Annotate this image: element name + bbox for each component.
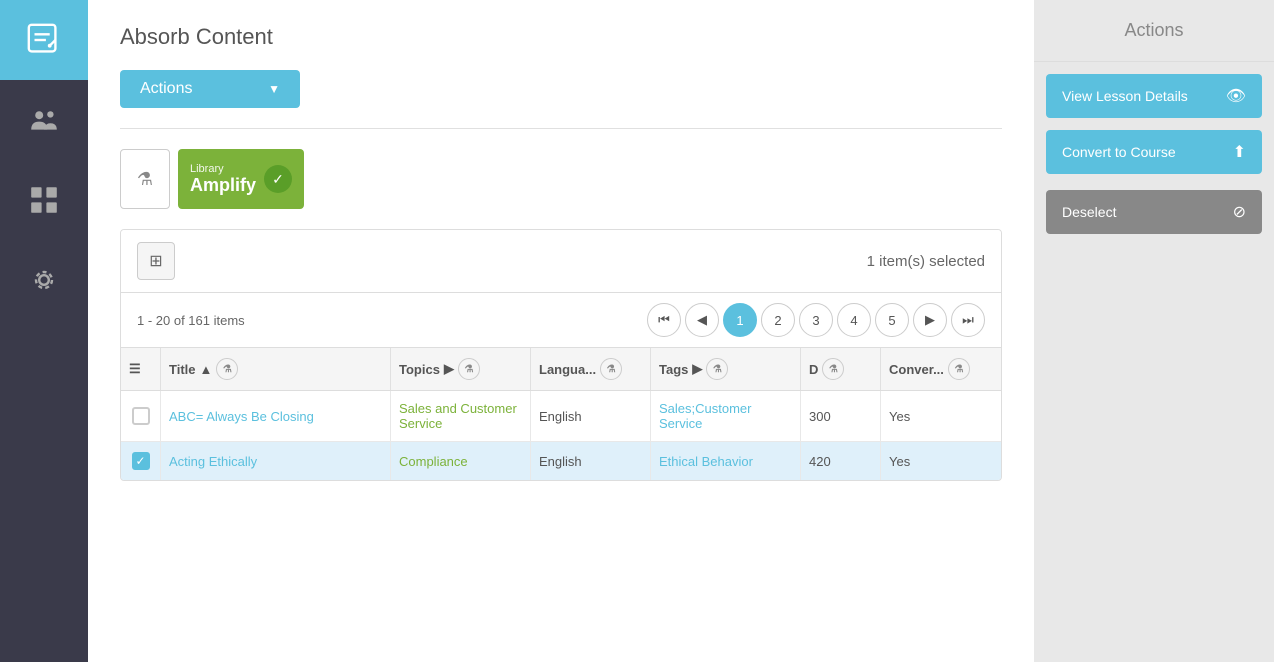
row1-language: English xyxy=(531,391,651,441)
page-1-button[interactable]: 1 xyxy=(723,303,757,337)
col-header-language[interactable]: Langua... ⚗ xyxy=(531,348,651,390)
pagination-row: 1 - 20 of 161 items ⏮ ◀ 1 2 3 4 5 ▶ ⏭ xyxy=(121,293,1001,348)
pagination-controls: ⏮ ◀ 1 2 3 4 5 ▶ ⏭ xyxy=(647,303,985,337)
page-next-button[interactable]: ▶ xyxy=(913,303,947,337)
page-last-button[interactable]: ⏭ xyxy=(951,303,985,337)
col-header-convert[interactable]: Conver... ⚗ xyxy=(881,348,1001,390)
actions-button[interactable]: Actions ▼ xyxy=(120,70,300,108)
column-headers: ☰ Title ▲ ⚗ Topics ▶ ⚗ Langua... ⚗ Tags … xyxy=(121,348,1001,391)
library-amplify-tag[interactable]: Library Amplify ✓ xyxy=(178,149,304,209)
items-count: 1 - 20 of 161 items xyxy=(137,313,245,328)
tags-filter-icon[interactable]: ⚗ xyxy=(706,358,728,380)
row1-tags: Sales;Customer Service xyxy=(651,391,801,441)
filter-row: ⚗ Library Amplify ✓ xyxy=(120,149,1002,209)
row2-checkbox[interactable]: ✓ xyxy=(132,452,150,470)
row1-topics: Sales and Customer Service xyxy=(391,391,531,441)
list-icon: ☰ xyxy=(129,361,141,377)
col-header-duration[interactable]: D ⚗ xyxy=(801,348,881,390)
topics-filter-icon[interactable]: ⚗ xyxy=(458,358,480,380)
row1-convert: Yes xyxy=(881,391,1001,441)
main-content: Absorb Content Actions ▼ ⚗ Library Ampli… xyxy=(88,0,1034,662)
sidebar xyxy=(0,0,88,662)
sidebar-item-settings[interactable] xyxy=(0,240,88,320)
convert-to-course-button[interactable]: Convert to Course ⬆ xyxy=(1046,130,1262,174)
chevron-down-icon: ▼ xyxy=(268,82,280,96)
right-panel-title: Actions xyxy=(1034,0,1274,62)
page-3-button[interactable]: 3 xyxy=(799,303,833,337)
row1-duration: 300 xyxy=(801,391,881,441)
col-header-checkbox: ☰ xyxy=(121,348,161,390)
table-view-button[interactable]: ⊞ xyxy=(137,242,175,280)
row2-language: English xyxy=(531,442,651,480)
logo-icon xyxy=(25,21,63,59)
col-header-topics[interactable]: Topics ▶ ⚗ xyxy=(391,348,531,390)
users-icon xyxy=(28,104,60,136)
row2-checkbox-cell[interactable]: ✓ xyxy=(121,442,161,480)
deselect-icon: ⊘ xyxy=(1233,202,1246,222)
table-container: ⊞ 1 item(s) selected 1 - 20 of 161 items… xyxy=(120,229,1002,481)
grid-icon xyxy=(28,184,60,216)
row2-title[interactable]: Acting Ethically xyxy=(161,442,391,480)
table-grid-icon: ⊞ xyxy=(149,251,162,271)
topics-sort-icon: ▶ xyxy=(444,361,454,377)
sidebar-logo[interactable] xyxy=(0,0,88,80)
language-filter-icon[interactable]: ⚗ xyxy=(600,358,622,380)
filter-icon: ⚗ xyxy=(137,169,153,190)
row1-checkbox-cell[interactable] xyxy=(121,391,161,441)
page-prev-button[interactable]: ◀ xyxy=(685,303,719,337)
convert-filter-icon[interactable]: ⚗ xyxy=(948,358,970,380)
row2-convert: Yes xyxy=(881,442,1001,480)
gear-icon xyxy=(28,264,60,296)
page-4-button[interactable]: 4 xyxy=(837,303,871,337)
page-first-button[interactable]: ⏮ xyxy=(647,303,681,337)
right-panel: Actions View Lesson Details 👁 Convert to… xyxy=(1034,0,1274,662)
view-lesson-details-button[interactable]: View Lesson Details 👁 xyxy=(1046,74,1262,118)
table-row: ABC= Always Be Closing Sales and Custome… xyxy=(121,391,1001,442)
deselect-button[interactable]: Deselect ⊘ xyxy=(1046,190,1262,234)
row2-tags: Ethical Behavior xyxy=(651,442,801,480)
upload-icon: ⬆ xyxy=(1233,142,1246,162)
divider xyxy=(120,128,1002,129)
sidebar-item-grid[interactable] xyxy=(0,160,88,240)
tags-sort-icon: ▶ xyxy=(692,361,702,377)
col-header-title[interactable]: Title ▲ ⚗ xyxy=(161,348,391,390)
table-row: ✓ Acting Ethically Compliance English Et… xyxy=(121,442,1001,480)
row2-topics: Compliance xyxy=(391,442,531,480)
eye-icon: 👁 xyxy=(1226,86,1246,106)
check-circle-icon: ✓ xyxy=(264,165,292,193)
table-header-bar: ⊞ 1 item(s) selected xyxy=(121,230,1001,293)
selected-count: 1 item(s) selected xyxy=(867,253,985,270)
duration-filter-icon[interactable]: ⚗ xyxy=(822,358,844,380)
page-2-button[interactable]: 2 xyxy=(761,303,795,337)
col-header-tags[interactable]: Tags ▶ ⚗ xyxy=(651,348,801,390)
row1-checkbox[interactable] xyxy=(132,407,150,425)
page-5-button[interactable]: 5 xyxy=(875,303,909,337)
row2-duration: 420 xyxy=(801,442,881,480)
filter-button[interactable]: ⚗ xyxy=(120,149,170,209)
page-title: Absorb Content xyxy=(120,24,1002,50)
title-filter-icon[interactable]: ⚗ xyxy=(216,358,238,380)
sidebar-item-users[interactable] xyxy=(0,80,88,160)
sort-asc-icon: ▲ xyxy=(200,362,213,377)
row1-title[interactable]: ABC= Always Be Closing xyxy=(161,391,391,441)
